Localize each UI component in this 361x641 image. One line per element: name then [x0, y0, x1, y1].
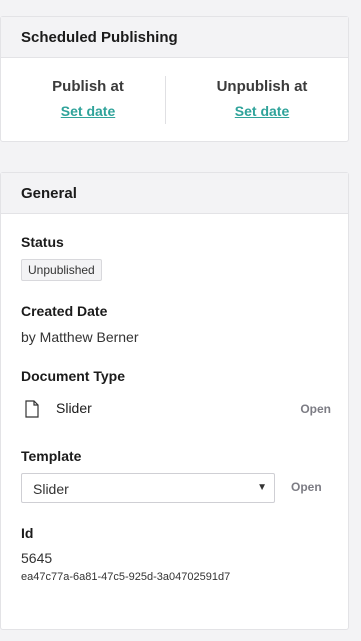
general-title: General: [21, 184, 77, 202]
general-header: General: [1, 173, 348, 214]
unpublish-set-date-link[interactable]: Set date: [175, 103, 349, 119]
publish-column: Publish at Set date: [1, 58, 175, 143]
publish-at-label: Publish at: [52, 78, 124, 95]
document-type-label: Document Type: [21, 368, 125, 384]
scheduled-publishing-title: Scheduled Publishing: [21, 28, 178, 46]
scheduled-publishing-panel: Scheduled Publishing Publish at Set date…: [0, 16, 349, 142]
guid-value: ea47c77a-6a81-47c5-925d-3a04702591d7: [21, 571, 231, 583]
document-type-open-link[interactable]: Open: [300, 402, 331, 416]
publish-set-date-link[interactable]: Set date: [1, 103, 175, 119]
created-by-text: by Matthew Berner: [21, 329, 139, 345]
template-select[interactable]: Slider ▼: [21, 473, 275, 503]
unpublish-column: Unpublish at Set date: [175, 58, 349, 143]
document-type-name: Slider: [56, 400, 92, 416]
template-select-value: Slider: [33, 481, 69, 497]
general-panel: General Status Unpublished Created Date …: [0, 172, 349, 630]
document-type-row: Slider Open: [21, 398, 331, 422]
chevron-down-icon: ▼: [257, 482, 267, 493]
status-label: Status: [21, 234, 64, 250]
status-badge: Unpublished: [21, 259, 102, 281]
unpublish-at-label: Unpublish at: [216, 78, 308, 95]
created-date-label: Created Date: [21, 303, 108, 319]
schedule-divider: [165, 76, 166, 124]
template-open-link[interactable]: Open: [291, 480, 322, 494]
template-label: Template: [21, 448, 82, 464]
id-value: 5645: [21, 550, 53, 566]
schedule-row: Publish at Set date Unpublish at Set dat…: [1, 58, 348, 143]
scheduled-publishing-header: Scheduled Publishing: [1, 17, 348, 58]
document-icon: [25, 400, 39, 418]
id-label: Id: [21, 525, 34, 541]
